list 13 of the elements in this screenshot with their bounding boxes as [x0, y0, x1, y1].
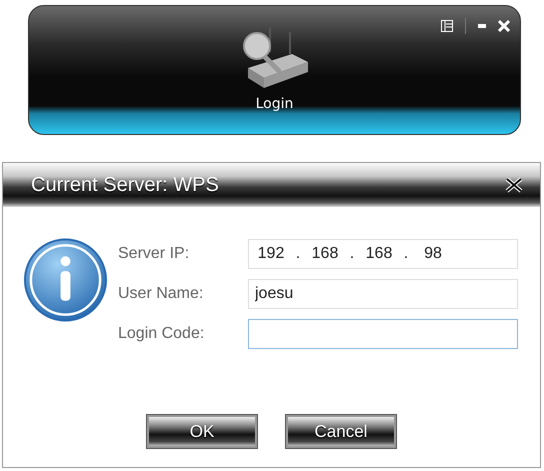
dialog-title: Current Server: WPS	[31, 174, 219, 196]
close-icon[interactable]	[498, 20, 510, 32]
dialog-button[interactable]: Cancel	[286, 415, 396, 448]
info-icon	[23, 237, 108, 323]
ip-address-field[interactable]: 192 . 168 . 168 . 98	[248, 239, 518, 269]
dialog-button[interactable]: OK	[147, 415, 257, 448]
list-icon[interactable]	[441, 20, 453, 32]
login-label[interactable]: Login	[256, 96, 294, 112]
field-label: Server IP:	[118, 245, 190, 263]
field-label: Login Code:	[118, 325, 206, 343]
field-label: User Name:	[118, 285, 204, 303]
input-field[interactable]	[248, 319, 518, 349]
close-icon[interactable]	[504, 177, 524, 193]
